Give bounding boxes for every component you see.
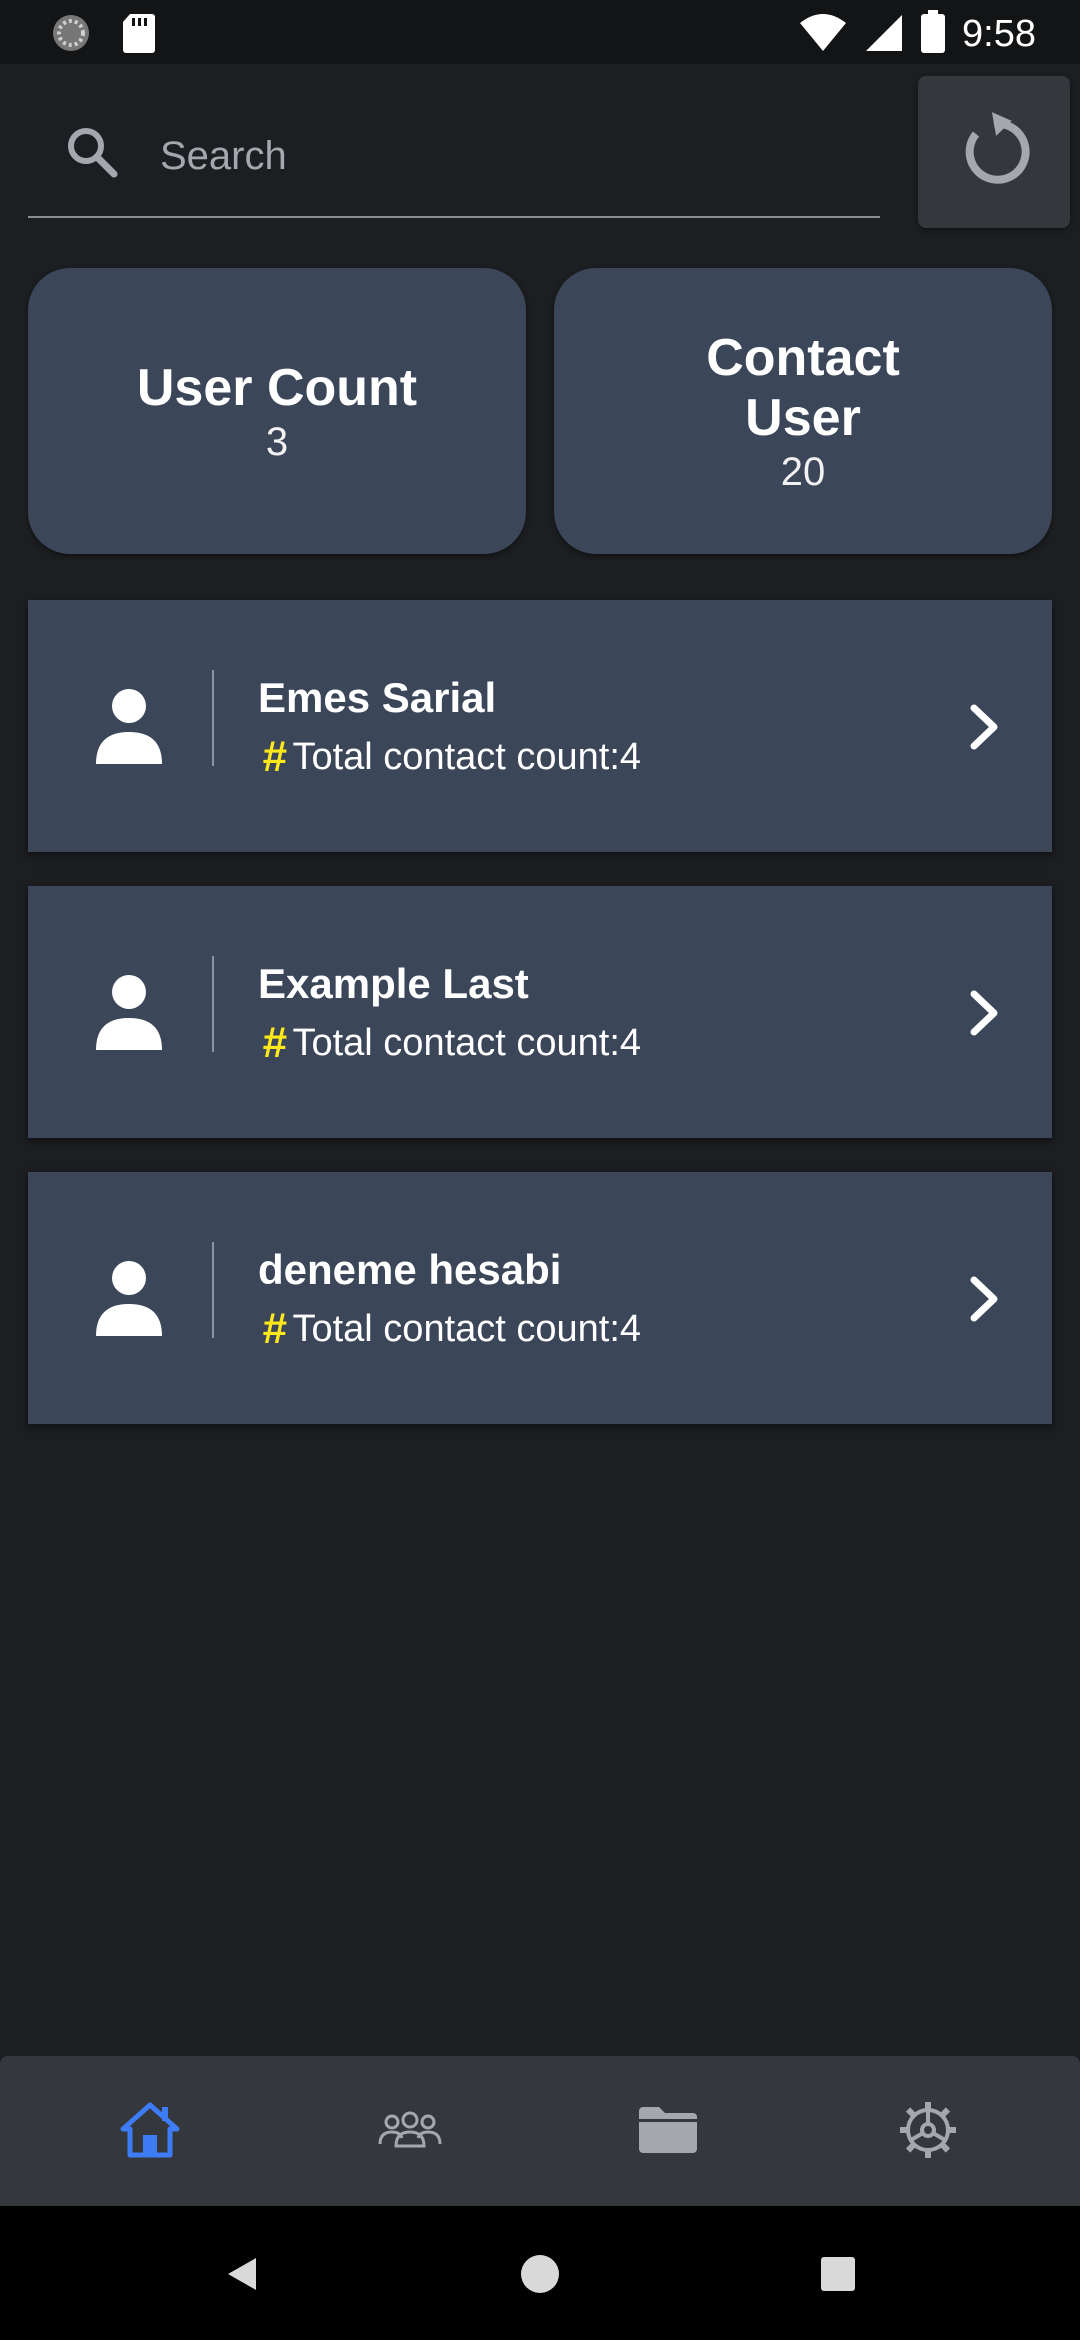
user-count-card[interactable]: User Count 3 bbox=[28, 268, 526, 554]
refresh-icon bbox=[954, 110, 1034, 195]
chevron-right-icon[interactable] bbox=[964, 1274, 1004, 1329]
search-icon bbox=[64, 124, 120, 185]
user-name: Emes Sarial bbox=[258, 674, 497, 721]
stat-title: Contact User bbox=[706, 328, 900, 447]
chevron-right-icon[interactable] bbox=[964, 702, 1004, 757]
nav-users[interactable] bbox=[360, 2102, 460, 2162]
hash-icon: # bbox=[262, 732, 287, 781]
sd-card-icon bbox=[122, 12, 156, 59]
user-count-text: Total contact count:4 bbox=[292, 736, 642, 778]
person-icon bbox=[96, 972, 162, 1052]
folder-icon bbox=[637, 2105, 699, 2160]
status-bar: 9:58 bbox=[0, 0, 1080, 64]
search-bar[interactable] bbox=[28, 64, 880, 220]
nav-folder[interactable] bbox=[618, 2102, 718, 2162]
recents-icon bbox=[819, 2255, 857, 2298]
back-button[interactable] bbox=[212, 2246, 272, 2306]
user-count-text: Total contact count:4 bbox=[292, 1308, 642, 1350]
status-time: 9:58 bbox=[962, 13, 1036, 55]
wifi-icon bbox=[798, 11, 848, 58]
stat-value: 20 bbox=[780, 449, 826, 494]
home-icon bbox=[119, 2101, 181, 2164]
cellular-signal-icon bbox=[864, 11, 904, 58]
divider bbox=[212, 956, 214, 1052]
system-navigation-bar bbox=[0, 2206, 1080, 2340]
divider bbox=[212, 670, 214, 766]
contact-user-card[interactable]: Contact User 20 bbox=[554, 268, 1052, 554]
user-contact-count: # Total contact count:4 bbox=[262, 1018, 641, 1068]
users-icon bbox=[378, 2110, 442, 2155]
divider bbox=[212, 1242, 214, 1338]
user-list-item[interactable]: Emes Sarial # Total contact count:4 bbox=[28, 600, 1052, 852]
hash-icon: # bbox=[262, 1304, 287, 1353]
loading-icon bbox=[50, 12, 92, 59]
bottom-navigation bbox=[0, 2056, 1080, 2206]
user-name: Example Last bbox=[258, 960, 529, 1007]
refresh-button[interactable] bbox=[918, 76, 1070, 228]
user-count-text: Total contact count:4 bbox=[292, 1022, 642, 1064]
user-list-item[interactable]: deneme hesabi # Total contact count:4 bbox=[28, 1172, 1052, 1424]
stat-value: 3 bbox=[265, 419, 289, 464]
recents-button[interactable] bbox=[808, 2246, 868, 2306]
search-input[interactable] bbox=[160, 116, 860, 196]
chevron-right-icon[interactable] bbox=[964, 988, 1004, 1043]
nav-home[interactable] bbox=[100, 2102, 200, 2162]
settings-icon bbox=[898, 2100, 958, 2165]
user-list-item[interactable]: Example Last # Total contact count:4 bbox=[28, 886, 1052, 1138]
battery-icon bbox=[920, 10, 946, 59]
hash-icon: # bbox=[262, 1018, 287, 1067]
home-button[interactable] bbox=[510, 2246, 570, 2306]
back-icon bbox=[222, 2254, 262, 2299]
home-circle-icon bbox=[519, 2253, 561, 2300]
user-name: deneme hesabi bbox=[258, 1246, 562, 1293]
search-underline bbox=[28, 216, 880, 218]
user-contact-count: # Total contact count:4 bbox=[262, 732, 641, 782]
user-contact-count: # Total contact count:4 bbox=[262, 1304, 641, 1354]
person-icon bbox=[96, 1258, 162, 1338]
nav-settings[interactable] bbox=[878, 2100, 978, 2165]
stat-title: User Count bbox=[136, 358, 418, 417]
person-icon bbox=[96, 686, 162, 766]
